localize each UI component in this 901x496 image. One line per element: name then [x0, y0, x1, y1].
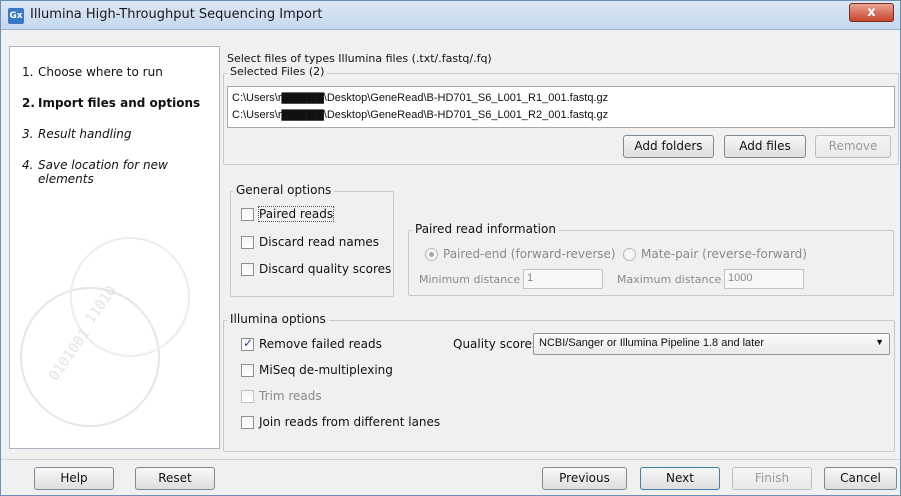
footer-divider	[1, 459, 900, 460]
trim-reads-checkbox[interactable]	[241, 390, 254, 403]
step-choose-where-to-run: 1. Choose where to run	[22, 65, 163, 79]
list-item[interactable]: C:\Users\r▇▇▇▇▇\Desktop\GeneRead\B-HD701…	[232, 91, 608, 104]
mate-pair-label: Mate-pair (reverse-forward)	[641, 247, 807, 261]
join-reads-checkbox[interactable]	[241, 416, 254, 429]
miseq-demultiplexing-checkbox[interactable]	[241, 364, 254, 377]
general-options-title: General options	[233, 183, 335, 197]
app-logo-icon: Gx	[8, 8, 24, 24]
paired-end-radio[interactable]	[425, 248, 438, 261]
minimum-distance-label: Minimum distance	[419, 273, 521, 286]
paired-read-information-group	[408, 230, 894, 296]
discard-read-names-checkbox[interactable]	[241, 236, 254, 249]
next-button[interactable]: Next	[640, 467, 720, 490]
illumina-options-title: Illumina options	[227, 312, 329, 326]
close-icon: x	[867, 5, 876, 20]
step-result-handling: 3. Result handling	[22, 127, 132, 141]
add-files-button[interactable]: Add files	[724, 135, 806, 158]
title-bar: Gx Illumina High-Throughput Sequencing I…	[1, 1, 900, 30]
import-dialog: Gx Illumina High-Throughput Sequencing I…	[0, 0, 901, 496]
selected-files-title: Selected Files (2)	[227, 65, 328, 78]
add-folders-button[interactable]: Add folders	[623, 135, 714, 158]
minimum-distance-input[interactable]: 1	[523, 269, 603, 289]
quality-scores-label: Quality scores	[453, 337, 539, 351]
selected-files-list[interactable]: C:\Users\r▇▇▇▇▇\Desktop\GeneRead\B-HD701…	[227, 86, 895, 128]
reset-button[interactable]: Reset	[135, 467, 215, 490]
window-title: Illumina High-Throughput Sequencing Impo…	[30, 7, 323, 22]
chevron-down-icon: ▼	[875, 337, 884, 347]
list-item[interactable]: C:\Users\r▇▇▇▇▇\Desktop\GeneRead\B-HD701…	[232, 108, 608, 121]
help-button[interactable]: Help	[34, 467, 114, 490]
miseq-demultiplexing-label: MiSeq de-multiplexing	[259, 363, 393, 377]
maximum-distance-label: Maximum distance	[617, 273, 722, 286]
remove-failed-reads-checkbox[interactable]	[241, 336, 254, 351]
discard-quality-scores-checkbox[interactable]	[241, 263, 254, 276]
cancel-button[interactable]: Cancel	[824, 467, 897, 490]
finish-button[interactable]: Finish	[732, 467, 812, 490]
quality-scores-select[interactable]: NCBI/Sanger or Illumina Pipeline 1.8 and…	[533, 333, 890, 355]
discard-read-names-label: Discard read names	[259, 235, 380, 249]
trim-reads-label: Trim reads	[259, 389, 322, 403]
paired-end-label: Paired-end (forward-reverse)	[443, 247, 616, 261]
remove-button[interactable]: Remove	[815, 135, 891, 158]
previous-button[interactable]: Previous	[542, 467, 627, 490]
step-save-location: 4. Save location for new elements	[22, 158, 168, 186]
step-import-files-and-options: 2. Import files and options	[22, 96, 201, 110]
file-type-hint: Select files of types Illumina files (.t…	[227, 52, 492, 65]
paired-reads-checkbox[interactable]	[241, 208, 254, 221]
paired-reads-label: Paired reads	[257, 206, 335, 222]
wizard-steps-panel: 0101001 11010 1. Choose where to run 2. Im…	[9, 46, 220, 449]
maximum-distance-input[interactable]: 1000	[724, 269, 804, 289]
join-reads-label: Join reads from different lanes	[259, 415, 441, 429]
paired-read-information-title: Paired read information	[412, 222, 559, 236]
mate-pair-radio[interactable]	[623, 248, 636, 261]
close-button[interactable]: x	[849, 3, 894, 22]
discard-quality-scores-label: Discard quality scores	[259, 262, 392, 276]
remove-failed-reads-label: Remove failed reads	[259, 337, 382, 351]
